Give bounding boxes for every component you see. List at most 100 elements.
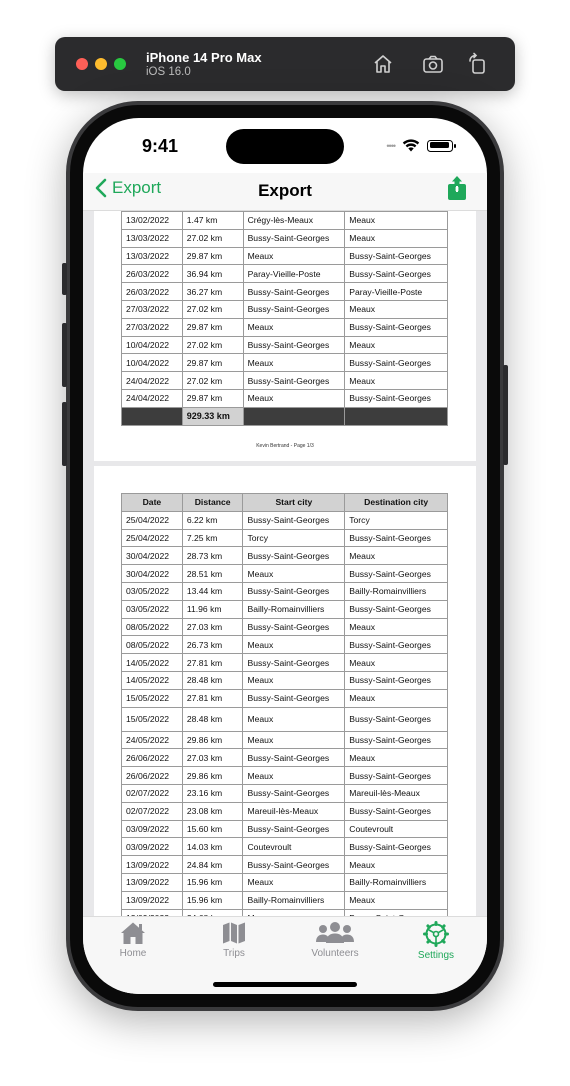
tab-trips-label: Trips (223, 948, 245, 959)
cell-destination-city: Bussy-Saint-Georges (344, 528, 448, 548)
close-window-button[interactable] (76, 58, 88, 70)
cell-start-city: Bussy-Saint-Georges (242, 617, 346, 637)
tab-trips[interactable]: Trips (184, 921, 284, 959)
table-row: 24/05/2022 29.86 km Meaux Bussy-Saint-Georg… (121, 730, 448, 750)
cell-date: 24/05/2022 (121, 730, 183, 750)
cell-destination-city: Meaux (344, 371, 448, 390)
cell-distance: 29.86 km (181, 766, 244, 785)
total-distance: 929.33 km (181, 406, 244, 426)
table-row: 13/09/202224.68 kmMeauxBussy-Saint-Georg… (121, 908, 448, 916)
cell-date: 30/04/2022 (121, 546, 183, 566)
cell-start-city: Bussy-Saint-Georges (242, 783, 346, 803)
table-row: 26/03/2022 36.94 km Paray-Vieille-Poste Bus… (121, 264, 448, 284)
column-header-date: Date (121, 493, 183, 512)
cell-start-city: Bussy-Saint-Georges (242, 653, 346, 672)
zoom-window-button[interactable] (114, 58, 126, 70)
cell-start-city: Meaux (242, 670, 346, 690)
cell-start-city: Bussy-Saint-Georges (242, 819, 346, 839)
cell-destination-city: Paray-Vieille-Poste (344, 282, 448, 301)
cell-distance: 23.08 km (181, 801, 244, 821)
cell-distance: 11.96 km (181, 599, 244, 619)
table-row: 13/09/2022 15.96 km Meaux Bailly-Romainvill… (121, 872, 448, 892)
cell-start-city: Torcy (242, 528, 346, 548)
cell-distance: 15.96 km (181, 872, 244, 892)
cell-start-city: Bussy-Saint-Georges (242, 688, 346, 708)
cell-date: 27/03/2022 (121, 299, 183, 319)
cell-distance: 27.02 km (181, 299, 244, 319)
dynamic-island (226, 129, 344, 164)
cell-date: 15/05/2022 (121, 688, 183, 708)
share-icon[interactable] (447, 175, 467, 201)
cell-start-city: Bussy-Saint-Georges (242, 282, 346, 301)
pdf-preview[interactable]: 13/02/2022 1.47 km Crégy-lès-Meaux Meaux 13/… (83, 211, 487, 916)
cell-start-city: Bussy-Saint-Georges (242, 546, 346, 566)
cell-destination-city: Meaux (344, 688, 448, 708)
house-icon (121, 922, 145, 944)
cell-start-city: Crégy-lès-Meaux (242, 211, 346, 230)
cell-distance: 24.84 km (181, 855, 244, 874)
screenshot-button[interactable] (421, 52, 445, 76)
cell-date: 26/03/2022 (121, 264, 183, 284)
table-row: 25/04/2022 6.22 km Bussy-Saint-Georges Torc… (121, 510, 448, 530)
cell-distance: 24.68 km (181, 908, 244, 916)
table-row: 27/03/2022 27.02 km Bussy-Saint-Georges Mea… (121, 299, 448, 319)
cell-date: 13/09/2022 (121, 872, 183, 892)
table-row: 26/06/2022 27.03 km Bussy-Saint-Georges Mea… (121, 748, 448, 768)
cell-start-city: Bussy-Saint-Georges (242, 510, 346, 530)
tab-volunteers[interactable]: Volunteers (285, 921, 385, 959)
table-row: 24/04/2022 27.02 km Bussy-Saint-Georges Mea… (121, 371, 448, 390)
cell-start-city: Bussy-Saint-Georges (242, 748, 346, 768)
tab-home[interactable]: Home (83, 921, 183, 959)
cell-destination-city: Meaux (344, 890, 448, 910)
cell-date: 13/03/2022 (121, 228, 183, 248)
phone-screen: 9:41 •••• Export Export 13/02/2022 1.47 … (83, 118, 487, 994)
cell-destination-city: Bussy-Saint-Georges (344, 706, 448, 732)
cell-destination-city: Bussy-Saint-Georges (344, 564, 448, 583)
cell-start-city: Meaux (242, 872, 346, 892)
cell-start-city: Bussy-Saint-Georges (242, 335, 346, 355)
rotate-icon (469, 52, 485, 74)
cell-start-city: Meaux (242, 706, 346, 732)
cell-date: 26/06/2022 (121, 766, 183, 785)
cell-distance: 27.02 km (181, 335, 244, 355)
cell-distance: 23.16 km (181, 783, 244, 803)
minimize-window-button[interactable] (95, 58, 107, 70)
cell-destination-city: Meaux (344, 211, 448, 230)
page-title: Export (258, 181, 312, 200)
device-name: iPhone 14 Pro Max (146, 50, 262, 65)
cell-distance: 6.22 km (181, 510, 244, 530)
cell-destination-city: Meaux (344, 335, 448, 355)
table-row: 13/09/2022 24.84 km Bussy-Saint-Georges Mea… (121, 855, 448, 874)
cell-date: 30/04/2022 (121, 564, 183, 583)
cell-destination-city: Meaux (344, 228, 448, 248)
cell-date: 13/03/2022 (121, 246, 183, 266)
cell-distance: 29.87 km (181, 317, 244, 337)
cell-date: 13/09/2022 (121, 855, 183, 874)
people-icon (316, 922, 354, 943)
gear-icon (423, 921, 449, 947)
cell-date: 26/03/2022 (121, 282, 183, 301)
home-button[interactable] (371, 52, 395, 76)
home-indicator (213, 982, 357, 987)
cell-destination-city: Bussy-Saint-Georges (344, 246, 448, 266)
column-header-destination-city: Destination city (344, 493, 448, 512)
cell-date: 14/05/2022 (121, 670, 183, 690)
cell-start-city: Meaux (242, 766, 346, 785)
tab-settings[interactable]: Settings (386, 921, 486, 961)
cell-distance: 27.02 km (181, 371, 244, 390)
cell-destination-city: Bussy-Saint-Georges (344, 670, 448, 690)
cell-destination-city: Bussy-Saint-Georges (344, 635, 448, 655)
cell-date: 03/09/2022 (121, 819, 183, 839)
table-row: 03/05/2022 11.96 km Bailly-Romainvilliers B… (121, 599, 448, 619)
table-header-row: Date Distance Start city Destination cit… (121, 493, 448, 512)
rotate-button[interactable] (466, 52, 490, 76)
cell-distance: 7.25 km (181, 528, 244, 548)
cell-distance: 28.48 km (181, 670, 244, 690)
volume-up-button (62, 323, 67, 387)
cell-start-city: Coutevroult (242, 837, 346, 857)
status-time: 9:41 (142, 136, 179, 156)
cell-distance: 29.86 km (181, 730, 244, 750)
cell-date: 02/07/2022 (121, 783, 183, 803)
cell-distance: 13.44 km (181, 581, 244, 601)
cellular-signal-icon: •••• (386, 140, 396, 151)
